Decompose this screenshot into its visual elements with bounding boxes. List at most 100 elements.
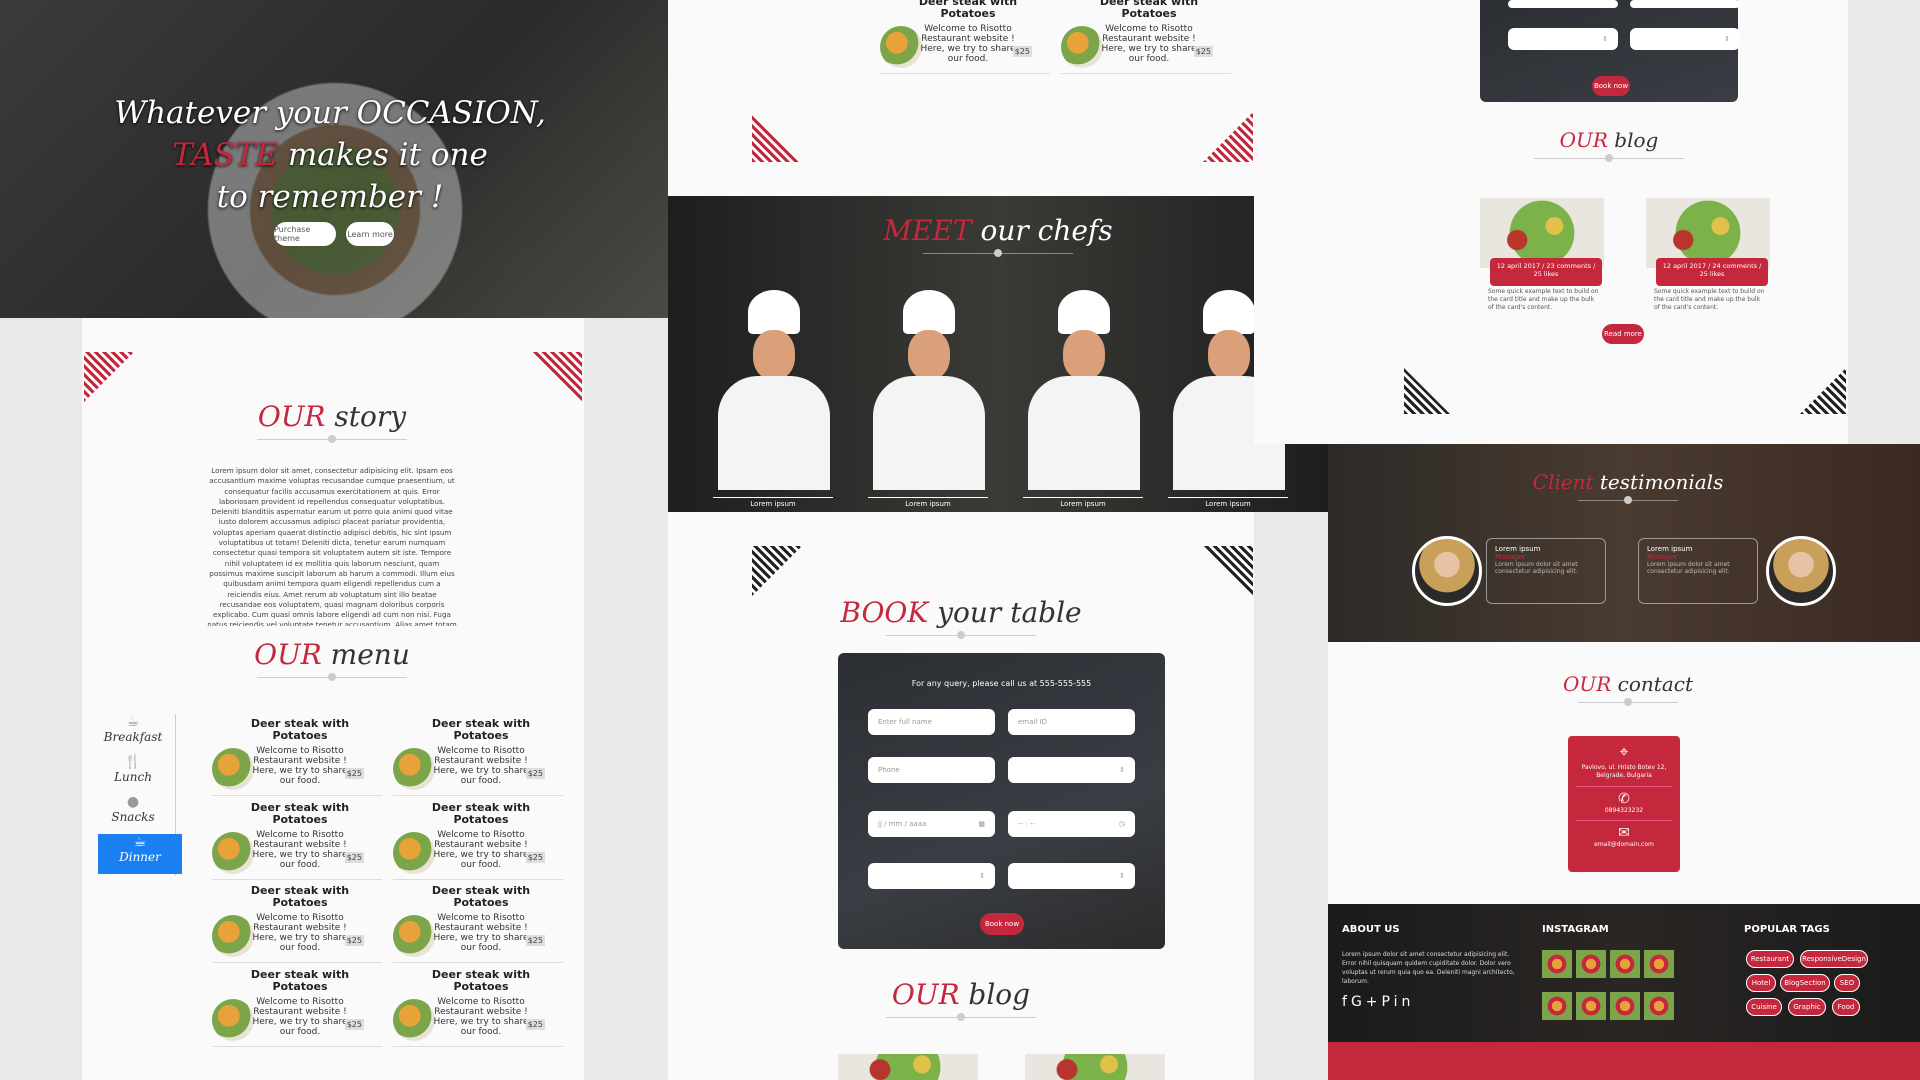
menu-heading: OUR menu bbox=[222, 638, 442, 678]
chef-card[interactable]: Lorem ipsum bbox=[868, 290, 988, 508]
decor-corner bbox=[1203, 112, 1253, 162]
chef-body bbox=[873, 376, 985, 490]
facebook-icon[interactable]: f bbox=[1342, 994, 1351, 1010]
testimonial-card[interactable]: Lorem ipsum Manager Lorem ipsum dolor si… bbox=[1486, 538, 1606, 604]
menu-item[interactable]: Deer steak with Potatoes Welcome to Riso… bbox=[212, 716, 382, 796]
footer-section: ABOUT US Lorem ipsum dolor sit amet cons… bbox=[1328, 904, 1920, 1080]
tag-food[interactable]: Food bbox=[1832, 998, 1860, 1016]
footer-bottom-bar bbox=[1328, 1042, 1920, 1080]
hero-line-3: to remember ! bbox=[216, 179, 444, 215]
client-name: Lorem ipsum bbox=[1647, 545, 1693, 553]
decor-corner bbox=[84, 352, 134, 402]
chef-hat bbox=[1058, 290, 1110, 334]
dish-image bbox=[393, 915, 435, 957]
client-quote: Lorem ipsum dolor sit amet consectetur a… bbox=[1647, 561, 1730, 575]
contact-email[interactable]: email@domain.com bbox=[1568, 841, 1680, 848]
google-plus-icon[interactable]: G+ bbox=[1351, 994, 1382, 1010]
table-select[interactable]: ⇕ bbox=[1630, 28, 1740, 50]
chef-face bbox=[1208, 330, 1250, 380]
learn-more-button[interactable]: Learn more bbox=[346, 222, 394, 246]
dish-image bbox=[393, 748, 435, 790]
chef-hat bbox=[903, 290, 955, 334]
table-select[interactable]: ⇕ bbox=[1008, 863, 1135, 889]
top-input[interactable] bbox=[1508, 0, 1618, 8]
chef-face bbox=[908, 330, 950, 380]
tag-blog-section[interactable]: BlogSection bbox=[1780, 974, 1830, 992]
stepper-icon: ⇕ bbox=[1119, 872, 1125, 880]
blog-image[interactable] bbox=[838, 1054, 978, 1080]
instagram-photo[interactable] bbox=[1610, 992, 1640, 1020]
contact-section: OUR contact ⌖ Pavlovo, ul. Hristo Botev … bbox=[1328, 642, 1920, 904]
blog-meta-badge: 12 april 2017 / 24 comments / 25 likes bbox=[1656, 258, 1768, 286]
linkedin-icon[interactable]: in bbox=[1394, 994, 1415, 1010]
booking-continued-section: ⇕ ⇕ Book now OUR blog 12 april 2017 / 23… bbox=[1254, 0, 1848, 444]
coffee-icon: ☕ bbox=[133, 834, 147, 850]
blog-image[interactable] bbox=[1025, 1054, 1165, 1080]
menu-tab-lunch[interactable]: 🍴 Lunch bbox=[90, 754, 176, 792]
dish-image bbox=[393, 832, 435, 874]
chef-card[interactable]: Lorem ipsum bbox=[1023, 290, 1143, 508]
hero-title: Whatever your OCCASION, TASTE makes it o… bbox=[110, 92, 550, 218]
testimonial-card[interactable]: Lorem ipsum Manager Lorem ipsum dolor si… bbox=[1638, 538, 1758, 604]
menu-item[interactable]: Deer steak with Potatoes Welcome to Riso… bbox=[212, 883, 382, 963]
menu-item[interactable]: Deer steak with Potatoes Welcome to Riso… bbox=[393, 716, 563, 796]
decor-corner bbox=[1203, 546, 1253, 596]
purchase-theme-button[interactable]: Purchase theme bbox=[274, 222, 336, 246]
tag-seo[interactable]: SEO bbox=[1834, 974, 1860, 992]
full-name-input[interactable]: Enter full name bbox=[868, 709, 995, 735]
tag-hotel[interactable]: Hotel bbox=[1746, 974, 1776, 992]
booking-query-text: For any query, please call us at 555-555… bbox=[911, 679, 1092, 688]
menu-tab-snacks[interactable]: ● Snacks bbox=[90, 794, 176, 832]
footer-about-title: ABOUT US bbox=[1342, 924, 1400, 935]
tag-responsive-design[interactable]: ResponsiveDesign bbox=[1800, 950, 1868, 968]
email-input[interactable]: email ID bbox=[1008, 709, 1135, 735]
book-now-button[interactable]: Book now bbox=[980, 913, 1024, 935]
menu-item[interactable]: Deer steak with Potatoes Welcome to Riso… bbox=[880, 0, 1050, 74]
instagram-photo[interactable] bbox=[1644, 992, 1674, 1020]
decor-corner bbox=[1404, 368, 1450, 414]
pinterest-icon[interactable]: P bbox=[1382, 994, 1394, 1010]
blog-card[interactable]: 12 april 2017 / 24 comments / 25 likes S… bbox=[1646, 198, 1770, 318]
instagram-photo[interactable] bbox=[1576, 992, 1606, 1020]
occasion-select[interactable]: ⇕ bbox=[868, 863, 995, 889]
top-input[interactable] bbox=[1630, 0, 1740, 8]
instagram-photo[interactable] bbox=[1644, 950, 1674, 978]
chef-card[interactable]: Lorem ipsum bbox=[713, 290, 833, 508]
menu-item[interactable]: Deer steak with Potatoes Welcome to Riso… bbox=[212, 800, 382, 880]
clock-icon: ◷ bbox=[1118, 820, 1125, 828]
instagram-photo[interactable] bbox=[1542, 950, 1572, 978]
time-input[interactable]: -- : -- ◷ bbox=[1008, 811, 1135, 837]
chef-name: Lorem ipsum bbox=[868, 497, 988, 508]
menu-item[interactable]: Deer steak with Potatoes Welcome to Riso… bbox=[212, 967, 382, 1047]
tag-graphic[interactable]: Graphic bbox=[1788, 998, 1826, 1016]
instagram-photo[interactable] bbox=[1542, 992, 1572, 1020]
story-heading: OUR story bbox=[222, 400, 442, 440]
tag-cuisine[interactable]: Cuisine bbox=[1746, 998, 1782, 1016]
envelope-icon: ✉ bbox=[1576, 820, 1672, 841]
book-now-button[interactable]: Book now bbox=[1592, 76, 1630, 96]
chef-hat bbox=[1203, 290, 1255, 334]
testimonials-section: Client testimonials Lorem ipsum Manager … bbox=[1328, 444, 1920, 642]
date-input[interactable]: jj / mm / aaaa ▦ bbox=[868, 811, 995, 837]
phone-input[interactable]: Phone bbox=[868, 757, 995, 783]
menu-item[interactable]: Deer steak with Potatoes Welcome to Riso… bbox=[393, 883, 563, 963]
menu-tab-dinner[interactable]: ☕ Dinner bbox=[98, 834, 182, 874]
menu-item[interactable]: Deer steak with Potatoes Welcome to Riso… bbox=[393, 800, 563, 880]
menu-tab-breakfast[interactable]: ☕ Breakfast bbox=[90, 714, 176, 752]
dish-image bbox=[212, 915, 254, 957]
read-more-button[interactable]: Read more bbox=[1602, 324, 1644, 344]
stepper-icon: ⇕ bbox=[979, 872, 985, 880]
guests-select[interactable]: ⇕ bbox=[1008, 757, 1135, 783]
blog-card[interactable]: 12 april 2017 / 23 comments / 25 likes S… bbox=[1480, 198, 1604, 318]
tag-restaurant[interactable]: Restaurant bbox=[1746, 950, 1794, 968]
booking-form-tail: ⇕ ⇕ Book now bbox=[1480, 0, 1740, 102]
dish-image bbox=[212, 832, 254, 874]
menu-item[interactable]: Deer steak with Potatoes Welcome to Riso… bbox=[393, 967, 563, 1047]
social-icons: fG+Pin bbox=[1342, 994, 1414, 1010]
chef-body bbox=[1028, 376, 1140, 490]
occasion-select[interactable]: ⇕ bbox=[1508, 28, 1618, 50]
instagram-photo[interactable] bbox=[1610, 950, 1640, 978]
contact-phone[interactable]: 0894323232 bbox=[1568, 807, 1680, 814]
instagram-photo[interactable] bbox=[1576, 950, 1606, 978]
menu-item[interactable]: Deer steak with Potatoes Welcome to Riso… bbox=[1061, 0, 1231, 74]
